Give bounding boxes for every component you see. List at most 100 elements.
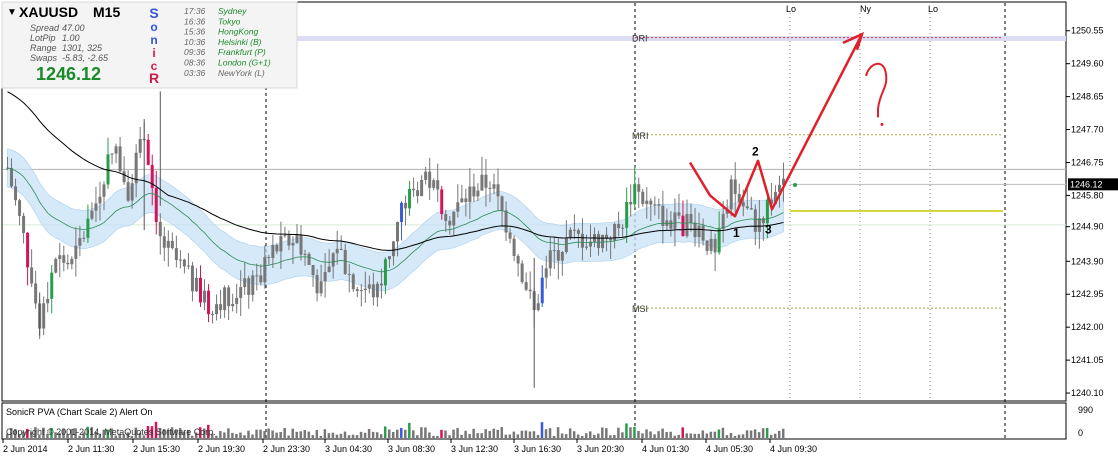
- candle-body: [420, 179, 424, 197]
- candle-body: [247, 278, 251, 295]
- candle-body: [484, 174, 488, 188]
- volume-bar: [371, 431, 375, 438]
- candle-body: [279, 236, 283, 252]
- session-time: 10:36: [184, 37, 206, 47]
- y-tick-label: 1249.60: [1071, 59, 1104, 69]
- candle-body: [396, 221, 399, 242]
- candle-body: [102, 184, 106, 197]
- candle-body: [118, 146, 122, 172]
- candle-body: [480, 174, 484, 191]
- volume-bar: [588, 431, 592, 438]
- candle-body: [472, 186, 476, 197]
- candle-body: [379, 283, 383, 286]
- candle-body: [528, 289, 532, 292]
- session-marker: Ny: [860, 4, 871, 14]
- volume-bar: [500, 427, 504, 438]
- candle-body: [90, 210, 94, 219]
- candle-body: [251, 275, 255, 295]
- triangle-down-icon[interactable]: ▼: [7, 7, 17, 18]
- candle-body: [428, 171, 432, 188]
- chart-canvas[interactable]: DRI MRI MSI 1 2 3 1250.55 1249.60 1248.65 1247.…: [0, 0, 1118, 457]
- volume-bar: [568, 428, 572, 438]
- candle-body: [283, 235, 287, 237]
- candle-body: [476, 190, 480, 197]
- volume-bar: [725, 435, 729, 438]
- candle-body: [271, 245, 275, 258]
- volume-bar: [649, 431, 652, 438]
- candle-body: [327, 266, 331, 273]
- y-tick-label: 1248.65: [1071, 92, 1104, 102]
- volume-bar: [673, 435, 676, 438]
- volume-bar: [641, 433, 644, 438]
- candle-body: [564, 237, 568, 252]
- candle-body: [239, 287, 243, 298]
- candle-body: [448, 220, 452, 226]
- candle-body: [765, 199, 769, 224]
- candle-body: [275, 245, 279, 252]
- candle-body: [339, 248, 343, 250]
- candle-body: [359, 290, 363, 292]
- symbol-name: XAUUSD: [19, 4, 78, 20]
- volume-bar: [227, 428, 230, 438]
- volume-bar: [448, 435, 451, 438]
- candle-body: [492, 184, 496, 189]
- candle-body: [299, 234, 303, 255]
- volume-bar: [436, 435, 439, 438]
- volume-bar: [420, 427, 423, 438]
- candle-body: [110, 153, 114, 155]
- x-tick-label: 2 Jun 15:30: [133, 444, 180, 454]
- y-tick-label: 1246.75: [1071, 157, 1104, 167]
- volume-bar: [597, 433, 600, 438]
- candle-body: [697, 225, 701, 238]
- volume-bar: [516, 434, 520, 438]
- y-tick-label: 1250.55: [1071, 26, 1104, 36]
- volume-bar: [323, 429, 327, 438]
- candle-body: [677, 212, 681, 216]
- candle-body: [66, 262, 70, 265]
- x-tick-label: 2 Jun 11:30: [68, 444, 114, 454]
- candle-body: [424, 171, 428, 180]
- candle-body: [556, 250, 560, 261]
- volume-bar: [303, 430, 307, 438]
- candle-body: [536, 303, 540, 311]
- candle-body: [194, 277, 198, 292]
- candle-body: [464, 198, 468, 202]
- session-time: 08:36: [184, 58, 206, 68]
- candle-body: [709, 238, 713, 251]
- session-marker: Lo: [786, 4, 796, 14]
- candle-body: [609, 238, 613, 241]
- candle-body: [412, 188, 416, 191]
- candle-body: [331, 253, 335, 267]
- volume-bar: [327, 433, 331, 438]
- info-panel: ▼ XAUUSD M15 Spread 47.00 LotPip 1.00 Range 1…: [1, 1, 298, 89]
- candle-body: [456, 202, 460, 212]
- time-axis: 2 Jun 2014 2 Jun 11:30 2 Jun 15:30 2 Jun 19…: [2, 439, 817, 454]
- x-tick-label: 3 Jun 04:30: [325, 444, 372, 454]
- volume-bar: [307, 431, 311, 438]
- candle-body: [705, 240, 709, 251]
- current-dot: [793, 183, 797, 188]
- indicator-label: SonicR PVA (Chart Scale 2) Alert On: [6, 407, 152, 417]
- candle-body: [544, 268, 548, 278]
- candle-body: [387, 256, 391, 260]
- candle-body: [375, 283, 379, 298]
- candle-body: [170, 240, 174, 249]
- volume-bar: [408, 422, 411, 438]
- candle-body: [641, 191, 645, 204]
- volume-bar: [299, 431, 303, 438]
- volume-bar: [528, 431, 532, 438]
- volume-bar: [548, 428, 552, 438]
- candle-body: [649, 200, 653, 205]
- volume-bar: [460, 434, 463, 438]
- candle-body: [436, 180, 440, 190]
- candle-body: [713, 238, 717, 253]
- session-name: Helsinki (B): [218, 37, 262, 47]
- current-price-tag-label: 1246.12: [1070, 179, 1103, 189]
- candle-body: [255, 275, 259, 277]
- volume-bar: [605, 428, 608, 438]
- volume-bar: [753, 429, 757, 438]
- candle-body: [508, 232, 512, 239]
- info-label: LotPip: [30, 33, 56, 43]
- candle-body: [496, 184, 500, 197]
- candle-body: [106, 154, 110, 185]
